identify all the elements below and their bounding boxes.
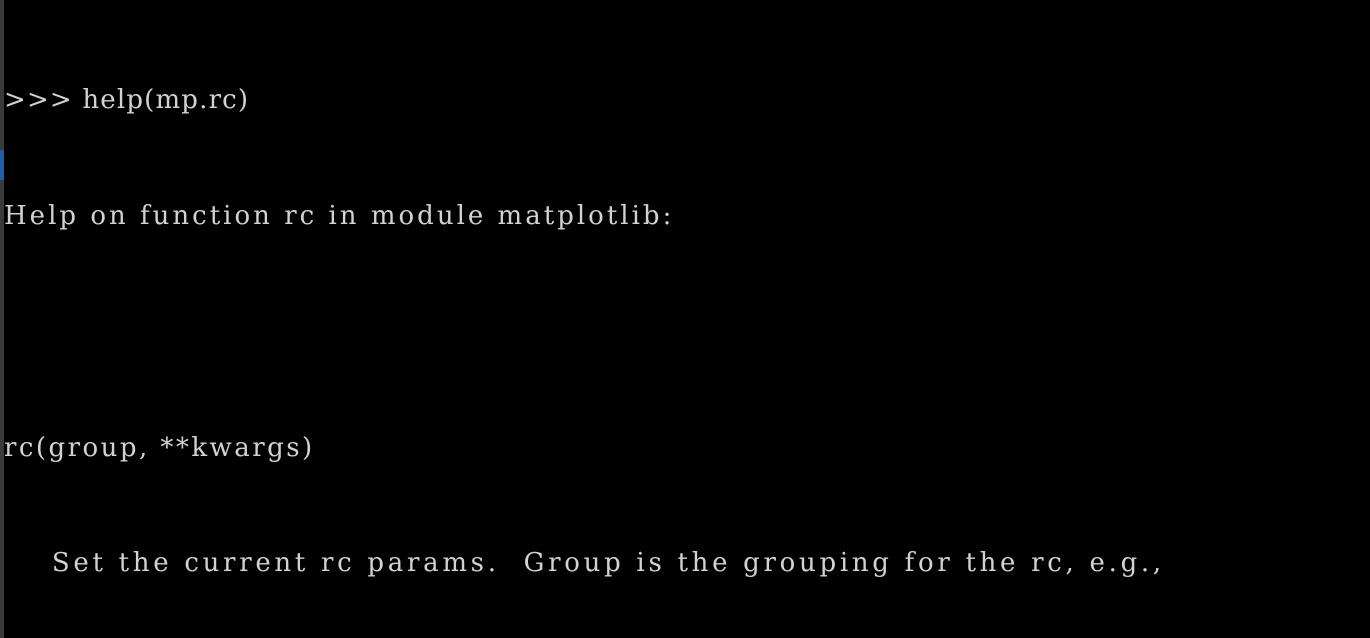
console-line: rc(group, **kwargs)	[4, 432, 315, 463]
console-output[interactable]: >>> help(mp.rc) Help on function rc in m…	[0, 4, 1370, 638]
console-line: Help on function rc in module matplotlib…	[4, 200, 675, 231]
console-line: Set the current rc params. Group is the …	[4, 548, 1165, 579]
console-line: >>> help(mp.rc)	[4, 85, 250, 116]
scrollbar-thumb[interactable]	[0, 150, 4, 180]
vertical-scrollbar[interactable]	[0, 0, 4, 638]
terminal-window[interactable]: _ >>> help(mp.rc) Help on function rc in…	[0, 0, 1370, 638]
